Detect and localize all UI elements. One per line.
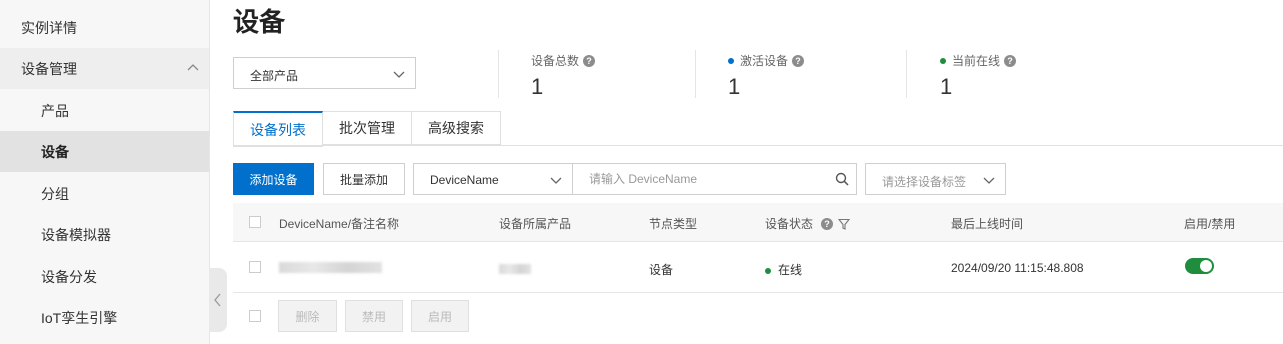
help-icon[interactable]: ?	[821, 217, 834, 230]
online-dot-icon	[765, 267, 771, 274]
sidebar-item-iot-twin-engine[interactable]: IoT孪生引擎	[0, 297, 209, 338]
sidebar-item-instance-detail[interactable]: 实例详情	[0, 7, 209, 48]
stat-value: 1	[940, 74, 953, 99]
help-icon[interactable]: ?	[792, 54, 805, 67]
filter-icon[interactable]	[838, 218, 851, 230]
node-type-cell: 设备	[649, 263, 674, 277]
select-all-checkbox[interactable]	[249, 216, 261, 228]
bulk-delete-button[interactable]: 删除	[278, 300, 337, 332]
sidebar-item-label: 设备模拟器	[41, 226, 111, 243]
chevron-down-icon	[550, 177, 562, 184]
chevron-up-icon	[187, 64, 199, 71]
stat-divider	[906, 50, 907, 98]
chevron-down-icon	[983, 177, 995, 184]
column-header-status: 设备状态 ?	[765, 215, 851, 232]
sidebar-item-product[interactable]: 产品	[0, 90, 209, 131]
search-input[interactable]	[572, 163, 857, 195]
sidebar-item-label: 设备分发	[41, 268, 97, 285]
column-header-node-type: 节点类型	[649, 217, 698, 231]
tab-device-list[interactable]: 设备列表	[233, 111, 323, 147]
sidebar-item-device-distribution[interactable]: 设备分发	[0, 256, 209, 297]
enable-toggle[interactable]	[1185, 258, 1214, 274]
bulk-enable-button[interactable]: 启用	[411, 300, 469, 332]
tab-bar: 设备列表 批次管理 高级搜索	[233, 111, 501, 147]
search-field-select[interactable]: DeviceName	[413, 163, 573, 195]
stat-total-devices: 设备总数? 1	[531, 52, 596, 100]
sidebar-group-device-management[interactable]: 设备管理	[0, 48, 209, 89]
status-cell: 在线	[765, 261, 802, 278]
table-header: DeviceName/备注名称 设备所属产品 节点类型 设备状态 ? 最后上线时…	[233, 203, 1283, 242]
help-icon[interactable]: ?	[583, 54, 596, 67]
stat-divider	[695, 50, 696, 98]
search-field-value: DeviceName	[430, 173, 499, 187]
toggle-knob	[1200, 260, 1212, 272]
chevron-down-icon	[393, 71, 405, 78]
device-tag-placeholder: 请选择设备标签	[882, 175, 967, 189]
stat-label: 设备总数	[531, 54, 580, 68]
row-checkbox[interactable]	[249, 261, 261, 273]
search-icon[interactable]	[835, 172, 849, 186]
main-content: 设备 全部产品 设备总数? 1 激活设备? 1 当前在线? 1 设备列表 批次管…	[209, 0, 1283, 344]
last-online-cell: 2024/09/20 11:15:48.808	[951, 261, 1084, 275]
stat-activated-devices: 激活设备? 1	[728, 52, 805, 100]
column-header-enable: 启用/禁用	[1184, 217, 1236, 231]
page-title: 设备	[233, 7, 286, 37]
table-row: 设备 在线 2024/09/20 11:15:48.808	[233, 242, 1283, 293]
bulk-select-checkbox[interactable]	[249, 310, 261, 322]
stat-online-devices: 当前在线? 1	[940, 52, 1017, 100]
stat-value: 1	[531, 74, 544, 99]
sidebar-item-label: 设备管理	[21, 60, 77, 77]
add-device-button[interactable]: 添加设备	[233, 163, 314, 195]
status-text: 在线	[778, 263, 803, 277]
column-header-device-name: DeviceName/备注名称	[279, 217, 400, 231]
sidebar-item-label: IoT孪生引擎	[41, 309, 118, 326]
tab-divider	[233, 145, 1283, 146]
stat-label: 当前在线	[952, 54, 1001, 68]
stat-divider	[498, 50, 499, 98]
help-icon[interactable]: ?	[1004, 54, 1017, 67]
sidebar-item-device-simulator[interactable]: 设备模拟器	[0, 214, 209, 255]
sidebar-item-label: 实例详情	[21, 19, 77, 36]
product-select[interactable]: 全部产品	[233, 57, 416, 89]
sidebar-item-device[interactable]: 设备	[0, 131, 209, 172]
status-dot-icon	[940, 57, 946, 64]
column-header-last-online: 最后上线时间	[951, 217, 1024, 231]
sidebar-item-label: 分组	[41, 185, 69, 202]
tab-batch-management[interactable]: 批次管理	[323, 111, 412, 145]
stat-value: 1	[728, 74, 741, 99]
redacted-device-name	[279, 262, 382, 273]
redacted-product-name	[499, 264, 531, 274]
sidebar-item-group[interactable]: 分组	[0, 173, 209, 214]
tab-advanced-search[interactable]: 高级搜索	[412, 111, 501, 145]
status-dot-icon	[728, 57, 734, 64]
sidebar: 实例详情 设备管理 产品 设备 分组 设备模拟器 设备分发 IoT孪生引擎	[0, 0, 210, 344]
column-header-status-label: 设备状态	[765, 217, 814, 231]
column-header-product: 设备所属产品	[499, 217, 572, 231]
stat-label: 激活设备	[740, 54, 789, 68]
device-tag-select[interactable]: 请选择设备标签	[865, 163, 1006, 195]
bulk-disable-button[interactable]: 禁用	[345, 300, 403, 332]
product-select-value: 全部产品	[250, 69, 299, 83]
sidebar-item-label: 设备	[41, 143, 69, 160]
batch-add-button[interactable]: 批量添加	[323, 163, 405, 195]
sidebar-item-label: 产品	[41, 102, 69, 119]
